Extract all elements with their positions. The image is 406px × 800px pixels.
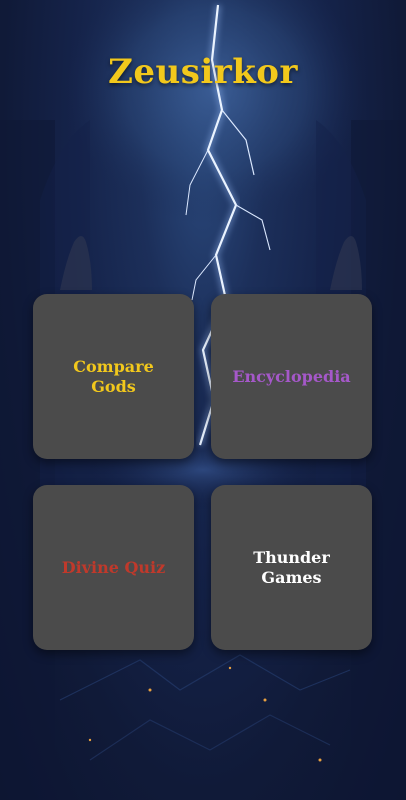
encyclopedia-button[interactable]: Encyclopedia (211, 294, 372, 459)
divine-quiz-button[interactable]: Divine Quiz (33, 485, 194, 650)
thunder-games-label: Thunder Games (253, 547, 330, 587)
app-title: Zeusirkor (108, 52, 298, 92)
compare-gods-label: Compare Gods (73, 356, 154, 396)
thunder-games-button[interactable]: Thunder Games (211, 485, 372, 650)
compare-gods-button[interactable]: Compare Gods (33, 294, 194, 459)
encyclopedia-label: Encyclopedia (232, 366, 351, 386)
divine-quiz-label: Divine Quiz (61, 557, 166, 577)
